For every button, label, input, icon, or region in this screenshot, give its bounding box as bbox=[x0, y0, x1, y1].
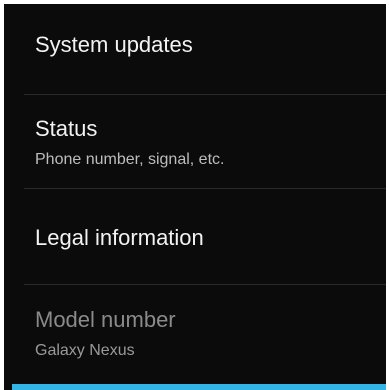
divider bbox=[24, 188, 386, 189]
legal-information-item[interactable]: Legal information bbox=[4, 225, 386, 251]
model-number-item: Model number Galaxy Nexus bbox=[4, 307, 386, 361]
status-summary: Phone number, signal, etc. bbox=[35, 151, 225, 168]
system-updates-item[interactable]: System updates bbox=[4, 32, 386, 58]
status-label: Status bbox=[35, 116, 98, 141]
selection-highlight bbox=[12, 384, 386, 390]
settings-screen: System updates Status Phone number, sign… bbox=[4, 4, 386, 390]
model-number-value: Galaxy Nexus bbox=[35, 342, 135, 359]
status-item[interactable]: Status Phone number, signal, etc. bbox=[4, 116, 386, 170]
system-updates-label: System updates bbox=[35, 32, 193, 57]
divider bbox=[24, 94, 386, 95]
model-number-label: Model number bbox=[35, 307, 176, 332]
divider bbox=[24, 284, 386, 285]
legal-information-label: Legal information bbox=[35, 225, 204, 250]
